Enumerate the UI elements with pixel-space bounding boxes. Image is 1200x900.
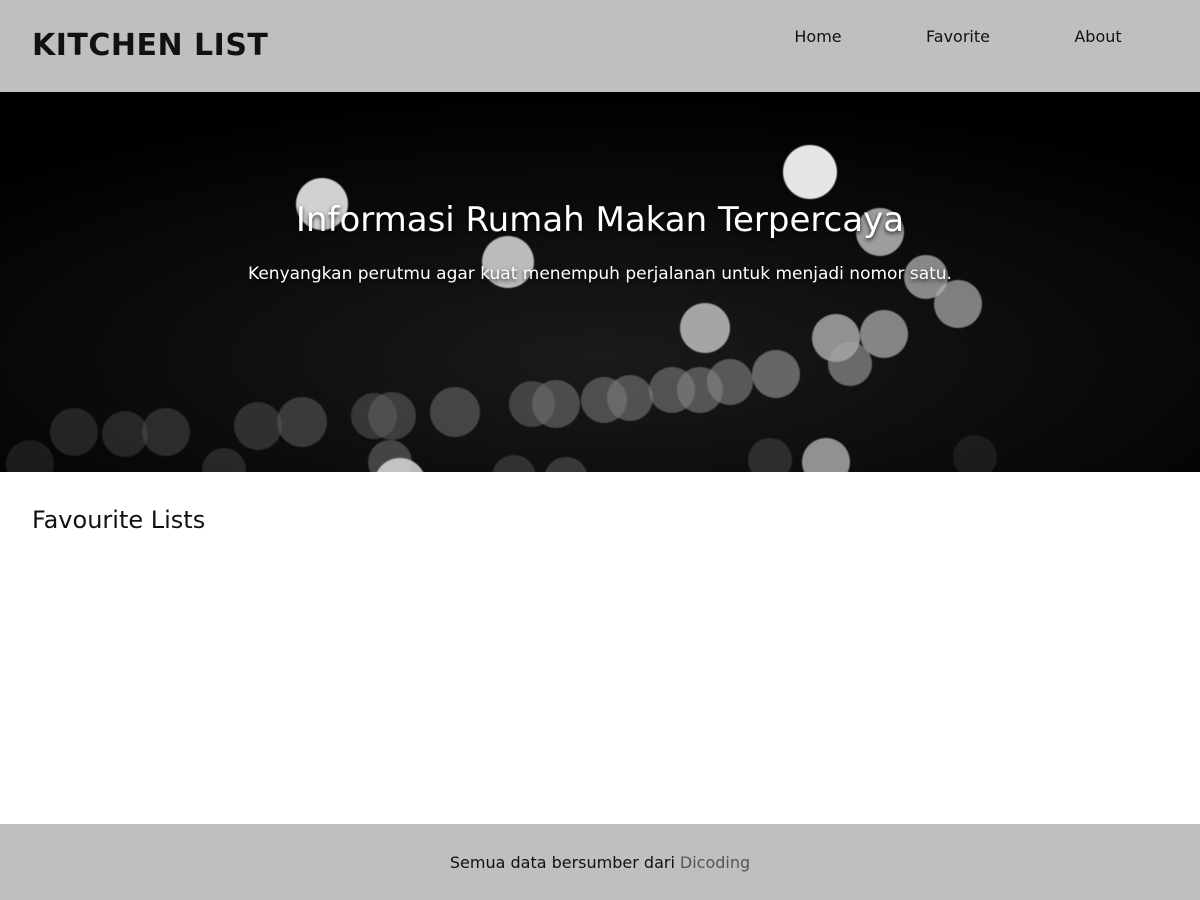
site-footer: Semua data bersumber dari Dicoding — [0, 824, 1200, 900]
hero-banner: Informasi Rumah Makan Terpercaya Kenyang… — [0, 92, 1200, 472]
main-content: Favourite Lists — [0, 472, 1200, 824]
brand-title[interactable]: KITCHEN LIST — [32, 31, 268, 61]
footer-text: Semua data bersumber dari — [449, 852, 675, 872]
hero-subtitle: Kenyangkan perutmu agar kuat menempuh pe… — [248, 264, 952, 284]
app: KITCHEN LIST Home Favorite About Informa… — [0, 0, 1200, 900]
hero-content: Informasi Rumah Makan Terpercaya Kenyang… — [0, 92, 1200, 472]
favourite-list-container — [32, 554, 1168, 754]
nav-home-link[interactable]: Home — [748, 15, 888, 58]
dicoding-link[interactable]: Dicoding — [680, 853, 750, 872]
nav-favorite-link[interactable]: Favorite — [888, 15, 1028, 58]
hero-title: Informasi Rumah Makan Terpercaya — [295, 200, 905, 240]
favourite-lists-heading: Favourite Lists — [32, 506, 206, 534]
main-nav: Home Favorite About — [748, 15, 1168, 58]
top-header: KITCHEN LIST Home Favorite About — [0, 0, 1200, 92]
nav-about-link[interactable]: About — [1028, 15, 1168, 58]
